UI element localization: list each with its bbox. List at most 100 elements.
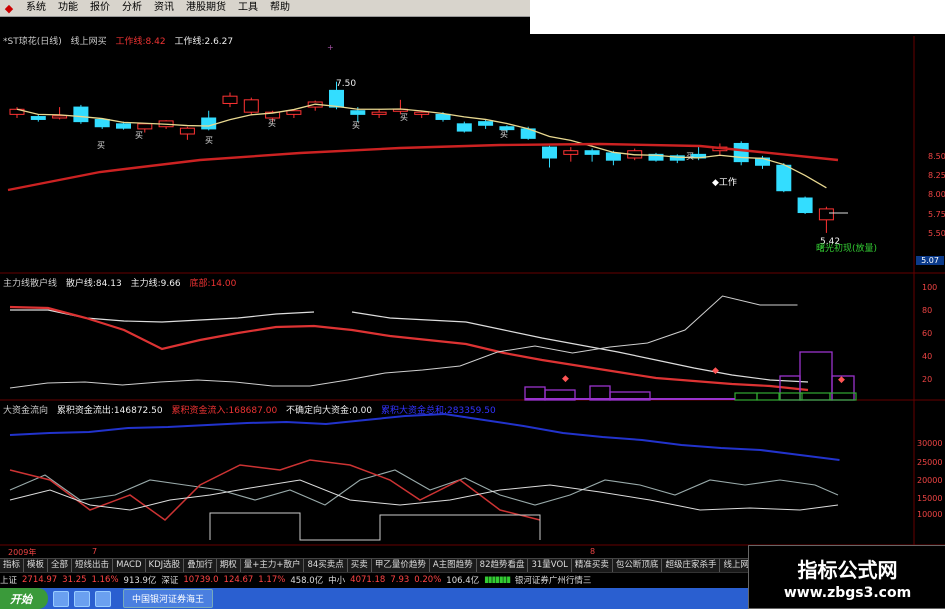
volume-box [734, 392, 758, 401]
candle-body [435, 113, 451, 120]
candle-body [414, 111, 430, 115]
retail-line-2 [351, 311, 809, 383]
ticker-value-2: 10739.0 [183, 574, 219, 585]
signal-diamond: ◆ [838, 375, 845, 385]
price-axis-5: 5.50 [928, 229, 945, 238]
price-axis-3: 8.00 [928, 190, 945, 199]
quicklaunch-icon-3[interactable] [95, 590, 111, 607]
buy-marker: 买 [205, 136, 213, 145]
high-price-label: 7.50 [336, 79, 357, 89]
candle-body [94, 118, 110, 128]
ind2-header: 大资金流向 累积资金流出:146872.50 累积资金流入:168687.00 … [3, 405, 502, 417]
candle-body [584, 150, 600, 155]
ticker-pct-2: 1.17% [258, 574, 286, 585]
indicator-tab[interactable]: 84买卖点 [304, 559, 348, 572]
indicator-tab[interactable]: 叠加行 [184, 559, 217, 572]
ticker-pct-3: 0.20% [414, 574, 442, 585]
candle-body [456, 123, 472, 132]
indicator-tab[interactable]: 线上网买 [720, 559, 750, 572]
watermark-title: 指标公式网 [797, 557, 898, 582]
ind1-chip: 底部:14.00 [189, 279, 237, 289]
indicator-tab[interactable]: 期权 [217, 559, 241, 572]
ind1-header: 主力线散户线 散户线:84.13 主力线:9.66 底部:14.00 [3, 278, 242, 290]
candle-body [243, 99, 259, 113]
work-line-2: 工作线:2.6.27 [174, 37, 234, 47]
chip-box [589, 385, 611, 401]
signal-diamond: ◆ [712, 366, 719, 376]
ind1-main: 主力线:9.66 [130, 279, 181, 289]
fund-out-line [9, 469, 839, 506]
indicator-tab[interactable]: 短线出击 [72, 559, 114, 572]
candle-body [350, 110, 366, 115]
taskbar-app-label: 中国银河证券海王 [132, 595, 205, 605]
candle-body [797, 197, 813, 214]
ind2-in: 累积资金流入:168687.00 [171, 406, 278, 416]
signal-diamond: ◆ [562, 374, 569, 384]
signal-note: 曙光初现(放量) [816, 244, 878, 254]
indicator-tab[interactable]: 82趋势看盘 [477, 559, 529, 572]
start-button[interactable]: 开始 [0, 588, 48, 609]
ticker-vol-2: 458.0亿 [290, 575, 324, 586]
indicator-tab[interactable]: 模板 [24, 559, 49, 572]
work-line-1: 工作线:8.42 [115, 37, 166, 47]
candle-body [222, 95, 238, 104]
ind1-axis-4: 40 [922, 352, 933, 361]
ind1-retail: 散户线:84.13 [65, 279, 122, 289]
candle-body [563, 150, 579, 155]
ind1-title: 主力线散户线 [3, 279, 58, 289]
indicator-tab[interactable]: 量+主力+散户 [241, 559, 305, 572]
indicator-tab[interactable]: KDJ选股 [146, 559, 185, 572]
buy-marker: 买 [97, 141, 105, 150]
ticker-label-3: 中小 [328, 575, 346, 586]
candle-body [73, 106, 89, 123]
candle-body [52, 115, 68, 119]
indicator-tab[interactable]: 买卖 [348, 559, 372, 572]
volume-box [756, 392, 780, 401]
indicator-tab[interactable]: 全部 [48, 559, 73, 572]
fund-step-line [209, 512, 541, 541]
ticker-vol-1: 913.9亿 [123, 575, 157, 586]
ticker-label-2: 深证 [161, 575, 179, 586]
indicator-tab[interactable]: MACD [113, 559, 146, 572]
bottom-line [9, 295, 798, 389]
candle-body [478, 121, 494, 126]
top-marker: + [327, 43, 334, 52]
time-axis-m8: 8 [590, 547, 596, 556]
buy-marker: 买 [500, 130, 508, 139]
indicator-tab[interactable]: 31量VOL [528, 559, 572, 572]
indicator-tab-bar: 指标 模板 全部 短线出击 MACD KDJ选股 叠加行 期权 量+主力+散户 84买卖点 买卖 甲乙… [0, 558, 750, 572]
indicator-tab[interactable]: A主图趋势 [430, 559, 477, 572]
ind1-axis-2: 80 [922, 306, 933, 315]
ind1-axis-5: 20 [922, 375, 933, 384]
price-axis-1: 8.50 [928, 152, 945, 161]
candle-body [776, 164, 792, 192]
taskbar-app-button[interactable]: 中国银河证券海王 [123, 589, 214, 608]
candle-body [201, 117, 217, 130]
quicklaunch-icon-2[interactable] [74, 590, 90, 607]
candle-body [542, 146, 557, 159]
ind2-axis-2: 25000 [917, 458, 943, 467]
candle-body [30, 116, 46, 120]
candle-body [371, 111, 387, 115]
candle-body [116, 123, 131, 129]
volume-box [799, 392, 831, 401]
indicator-tab[interactable]: 包公断顶底 [613, 559, 663, 572]
volume-box [779, 392, 803, 401]
ind2-axis-4: 15000 [917, 494, 943, 503]
indicator-tab[interactable]: 超级庄家杀手 [662, 559, 721, 572]
buy-marker: 买 [352, 121, 360, 130]
broker-name: 银河证券广州行情三 [514, 575, 592, 586]
index-ticker: 上证 2714.97 31.25 1.16% 913.9亿 深证 10739.0… [0, 572, 750, 586]
quicklaunch-icon-1[interactable] [53, 590, 69, 607]
indicator-tab[interactable]: 精准买卖 [572, 559, 613, 572]
ind2-axis-3: 20000 [917, 476, 943, 485]
price-axis-2: 8.25 [928, 171, 945, 180]
ind2-flow: 不确定向大资金:0.00 [286, 406, 373, 416]
indicator-tab[interactable]: 甲乙量价趋势 [372, 559, 430, 572]
candle-body [179, 127, 195, 135]
indicator-tab[interactable]: 指标 [0, 559, 25, 572]
candle-body [818, 208, 834, 221]
fund-in-line [9, 459, 541, 521]
candle-body [605, 152, 621, 161]
ind2-axis-5: 10000 [917, 510, 943, 519]
